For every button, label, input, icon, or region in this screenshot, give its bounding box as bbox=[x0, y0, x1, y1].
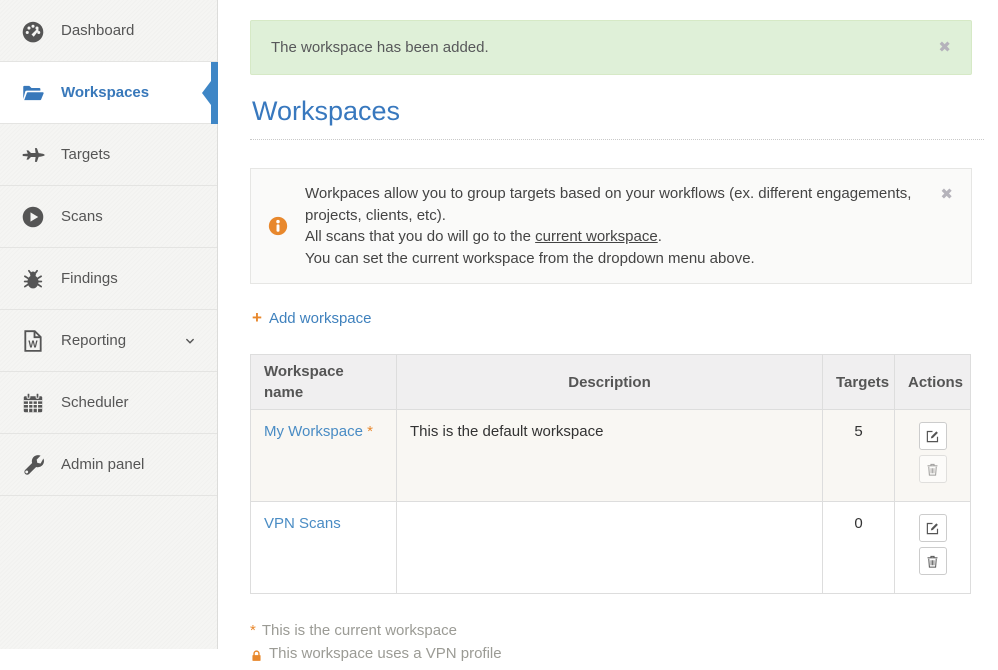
add-workspace-link[interactable]: + Add workspace bbox=[252, 308, 372, 328]
sidebar-item-label: Dashboard bbox=[61, 22, 134, 39]
edit-button[interactable] bbox=[919, 514, 947, 542]
edit-button[interactable] bbox=[919, 422, 947, 450]
current-workspace-link[interactable]: current workspace bbox=[535, 228, 658, 245]
table-row: My Workspace * This is the default works… bbox=[251, 410, 971, 502]
bug-icon bbox=[20, 266, 46, 292]
info-line-3: You can set the current workspace from t… bbox=[305, 248, 940, 270]
column-header-description: Description bbox=[397, 355, 823, 410]
plus-icon: + bbox=[252, 308, 262, 328]
info-box: Workpaces allow you to group targets bas… bbox=[250, 168, 972, 284]
column-header-actions: Actions bbox=[895, 355, 971, 410]
table-row: VPN Scans 0 bbox=[251, 502, 971, 594]
table-header-row: Workspace name Description Targets Actio… bbox=[251, 355, 971, 410]
workspace-link[interactable]: VPN Scans bbox=[264, 515, 341, 532]
delete-button[interactable] bbox=[919, 547, 947, 575]
sidebar-item-findings[interactable]: Findings bbox=[0, 248, 217, 310]
column-header-workspace-name: Workspace name bbox=[251, 355, 397, 410]
wrench-icon bbox=[20, 452, 46, 478]
title-divider bbox=[250, 139, 984, 140]
workspace-description-cell bbox=[397, 502, 823, 594]
fighter-jet-icon bbox=[20, 142, 46, 168]
word-document-icon: W bbox=[20, 328, 46, 354]
sidebar: Dashboard Workspaces Targets Scans Findi… bbox=[0, 0, 218, 649]
close-icon[interactable]: ✖ bbox=[940, 187, 953, 202]
asterisk-icon: * bbox=[250, 619, 256, 642]
footnotes: * This is the current workspace This wor… bbox=[250, 619, 972, 665]
info-text: Workpaces allow you to group targets bas… bbox=[305, 183, 940, 269]
calendar-icon bbox=[20, 390, 46, 416]
main-content: The workspace has been added. ✖ Workspac… bbox=[218, 0, 998, 649]
success-alert: The workspace has been added. ✖ bbox=[250, 20, 972, 75]
sidebar-item-label: Admin panel bbox=[61, 456, 144, 473]
info-line-1: Workpaces allow you to group targets bas… bbox=[305, 183, 940, 226]
workspace-actions-cell bbox=[895, 502, 971, 594]
active-item-indicator bbox=[211, 62, 218, 124]
sidebar-item-label: Targets bbox=[61, 146, 110, 163]
add-workspace-label: Add workspace bbox=[269, 310, 372, 327]
sidebar-item-scheduler[interactable]: Scheduler bbox=[0, 372, 217, 434]
sidebar-item-label: Reporting bbox=[61, 332, 126, 349]
info-line-2: All scans that you do will go to the cur… bbox=[305, 226, 940, 248]
page-title: Workspaces bbox=[252, 96, 972, 127]
footnote-current-workspace: * This is the current workspace bbox=[250, 619, 972, 642]
sidebar-item-admin-panel[interactable]: Admin panel bbox=[0, 434, 217, 496]
sidebar-item-label: Scheduler bbox=[61, 394, 129, 411]
alert-message: The workspace has been added. bbox=[271, 39, 489, 56]
footnote-vpn-profile: This workspace uses a VPN profile bbox=[250, 642, 972, 665]
info-icon bbox=[251, 183, 305, 269]
dashboard-icon bbox=[20, 18, 46, 44]
workspace-link[interactable]: My Workspace bbox=[264, 423, 363, 440]
play-circle-icon bbox=[20, 204, 46, 230]
workspaces-table: Workspace name Description Targets Actio… bbox=[250, 354, 971, 594]
sidebar-item-label: Findings bbox=[61, 270, 118, 287]
chevron-down-icon bbox=[183, 334, 197, 348]
sidebar-item-label: Scans bbox=[61, 208, 103, 225]
workspace-actions-cell bbox=[895, 410, 971, 502]
workspace-description-cell: This is the default workspace bbox=[397, 410, 823, 502]
column-header-targets: Targets bbox=[823, 355, 895, 410]
workspace-name-cell: My Workspace * bbox=[251, 410, 397, 502]
sidebar-item-targets[interactable]: Targets bbox=[0, 124, 217, 186]
sidebar-item-dashboard[interactable]: Dashboard bbox=[0, 0, 217, 62]
sidebar-item-reporting[interactable]: W Reporting bbox=[0, 310, 217, 372]
current-workspace-marker: * bbox=[367, 423, 373, 440]
close-icon[interactable]: ✖ bbox=[938, 40, 951, 55]
sidebar-item-scans[interactable]: Scans bbox=[0, 186, 217, 248]
svg-text:W: W bbox=[28, 339, 38, 350]
sidebar-item-label: Workspaces bbox=[61, 84, 149, 101]
sidebar-item-workspaces[interactable]: Workspaces bbox=[0, 62, 217, 124]
delete-button[interactable] bbox=[919, 455, 947, 483]
workspace-targets-cell: 0 bbox=[823, 502, 895, 594]
workspace-name-cell: VPN Scans bbox=[251, 502, 397, 594]
workspace-targets-cell: 5 bbox=[823, 410, 895, 502]
folder-open-icon bbox=[20, 80, 46, 106]
